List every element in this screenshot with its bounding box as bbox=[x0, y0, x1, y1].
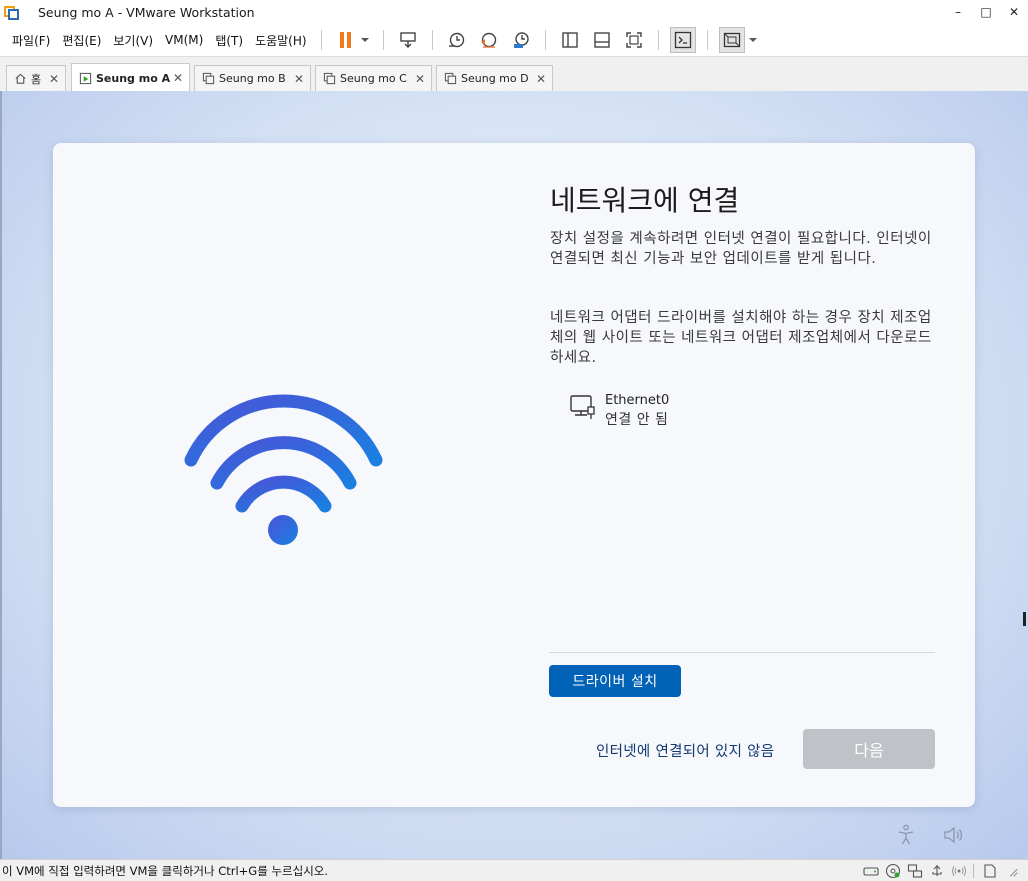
send-keys-icon bbox=[399, 32, 416, 48]
menu-view[interactable]: 보기(V) bbox=[107, 24, 159, 56]
tab-close-button[interactable]: ✕ bbox=[415, 72, 425, 86]
vm-running-icon bbox=[78, 71, 92, 85]
network-adapter-icon[interactable] bbox=[905, 862, 925, 880]
toolbar-separator bbox=[320, 30, 322, 50]
snapshot-manager-icon bbox=[513, 32, 529, 48]
usb-icon[interactable] bbox=[927, 862, 947, 880]
menu-toolbar: 파일(F) 편집(E) 보기(V) VM(M) 탭(T) 도움말(H) bbox=[0, 24, 1028, 56]
show-library-button[interactable] bbox=[557, 27, 583, 53]
next-button[interactable]: 다음 bbox=[803, 729, 935, 769]
take-snapshot-button[interactable] bbox=[444, 27, 470, 53]
hard-disk-icon[interactable] bbox=[861, 862, 881, 880]
full-screen-icon bbox=[625, 32, 642, 48]
toolbar-separator bbox=[657, 30, 659, 50]
tab-label: Seung mo A bbox=[96, 71, 171, 85]
toolbar-separator bbox=[431, 30, 433, 50]
thumbnail-bar-icon bbox=[593, 32, 610, 48]
pause-button[interactable] bbox=[333, 27, 359, 53]
full-screen-button[interactable] bbox=[621, 27, 647, 53]
vm-border bbox=[0, 91, 2, 859]
menu-file[interactable]: 파일(F) bbox=[6, 24, 56, 56]
toolbar-separator bbox=[706, 30, 708, 50]
vm-icon bbox=[322, 72, 336, 86]
chevron-down-icon bbox=[360, 38, 369, 42]
tab-close-button[interactable]: ✕ bbox=[49, 72, 59, 86]
stretch-icon bbox=[723, 32, 740, 48]
description-driver-info: 네트워크 어댑터 드라이버를 설치해야 하는 경우 장치 제조업체의 웹 사이트… bbox=[550, 310, 932, 366]
tab-label: Seung mo C bbox=[340, 72, 407, 85]
tab-close-button[interactable]: ✕ bbox=[536, 72, 546, 86]
resize-grip-icon[interactable] bbox=[1002, 862, 1022, 880]
ethernet-icon bbox=[570, 395, 595, 419]
vm-icon bbox=[201, 72, 215, 86]
title-bar: Seung mo A - VMware Workstation – □ ✕ bbox=[0, 0, 1028, 24]
stretch-guest-button[interactable] bbox=[718, 27, 745, 53]
tab-label: Seung mo B bbox=[219, 72, 286, 85]
accessibility-icon[interactable] bbox=[896, 824, 916, 846]
pause-icon bbox=[339, 32, 351, 48]
power-dropdown-button[interactable] bbox=[358, 27, 372, 53]
tab-close-button[interactable]: ✕ bbox=[294, 72, 304, 86]
console-view-button[interactable] bbox=[669, 27, 696, 53]
status-message: 이 VM에 직접 입력하려면 VM을 클릭하거나 Ctrl+G를 누르십시오. bbox=[2, 863, 329, 878]
menu-help[interactable]: 도움말(H) bbox=[249, 24, 313, 56]
tab-seung-mo-c[interactable]: Seung mo C ✕ bbox=[315, 65, 432, 91]
toolbar-separator bbox=[382, 30, 384, 50]
no-internet-link[interactable]: 인터넷에 연결되어 있지 않음 bbox=[596, 740, 774, 761]
message-log-icon[interactable] bbox=[980, 862, 1000, 880]
adapter-name: Ethernet0 bbox=[605, 393, 670, 408]
tab-seung-mo-a[interactable]: Seung mo A ✕ bbox=[71, 63, 190, 92]
install-driver-button[interactable]: 드라이버 설치 bbox=[549, 665, 681, 697]
status-separator bbox=[973, 864, 974, 878]
stretch-dropdown-button[interactable] bbox=[746, 27, 760, 53]
home-icon bbox=[13, 72, 27, 86]
page-title: 네트워크에 연결 bbox=[550, 184, 740, 217]
window-title: Seung mo A - VMware Workstation bbox=[38, 4, 255, 20]
tab-label: Seung mo D bbox=[461, 72, 529, 85]
snapshot-icon bbox=[448, 32, 464, 48]
tab-seung-mo-d[interactable]: Seung mo D ✕ bbox=[436, 65, 553, 91]
menu-tabs[interactable]: 탭(T) bbox=[209, 24, 249, 56]
network-adapter-item[interactable]: Ethernet0 연결 안 됨 bbox=[569, 393, 669, 429]
vm-icon bbox=[443, 72, 457, 86]
minimize-button[interactable]: – bbox=[944, 0, 972, 24]
wifi-icon bbox=[184, 394, 383, 545]
toolbar-separator bbox=[544, 30, 546, 50]
snapshot-manager-button[interactable] bbox=[508, 27, 534, 53]
volume-icon[interactable] bbox=[943, 825, 965, 845]
sound-card-icon[interactable] bbox=[949, 862, 969, 880]
tab-close-button[interactable]: ✕ bbox=[173, 71, 183, 85]
tab-seung-mo-b[interactable]: Seung mo B ✕ bbox=[194, 65, 311, 91]
revert-snapshot-icon bbox=[480, 32, 496, 48]
status-bar: 이 VM에 직접 입력하려면 VM을 클릭하거나 Ctrl+G를 누르십시오. bbox=[0, 859, 1028, 881]
close-button[interactable]: ✕ bbox=[1000, 0, 1028, 24]
cd-dvd-icon[interactable] bbox=[883, 862, 903, 880]
tab-label: 홈 bbox=[31, 72, 42, 86]
text-cursor bbox=[1023, 612, 1026, 626]
divider bbox=[549, 652, 935, 653]
show-thumbnail-bar-button[interactable] bbox=[589, 27, 615, 53]
send-ctrl-alt-del-button[interactable] bbox=[395, 27, 421, 53]
library-icon bbox=[561, 32, 578, 48]
maximize-button[interactable]: □ bbox=[972, 0, 1000, 24]
description-internet-required: 장치 설정을 계속하려면 인터넷 연결이 필요합니다. 인터넷이 연결되면 최신… bbox=[550, 231, 932, 267]
tab-home[interactable]: 홈 ✕ bbox=[6, 65, 66, 91]
console-icon bbox=[674, 31, 691, 49]
oobe-network-panel: 네트워크에 연결 장치 설정을 계속하려면 인터넷 연결이 필요합니다. 인터넷… bbox=[53, 143, 975, 807]
tab-bar: 홈 ✕ Seung mo A ✕ Seung mo B ✕ Seung mo C… bbox=[0, 56, 1028, 92]
chevron-down-icon bbox=[748, 38, 757, 42]
revert-snapshot-button[interactable] bbox=[476, 27, 502, 53]
menu-edit[interactable]: 편집(E) bbox=[56, 24, 107, 56]
vm-console[interactable]: 네트워크에 연결 장치 설정을 계속하려면 인터넷 연결이 필요합니다. 인터넷… bbox=[0, 91, 1028, 859]
adapter-status: 연결 안 됨 bbox=[605, 412, 669, 428]
menu-vm[interactable]: VM(M) bbox=[159, 24, 209, 56]
vmware-logo-icon bbox=[4, 4, 20, 20]
